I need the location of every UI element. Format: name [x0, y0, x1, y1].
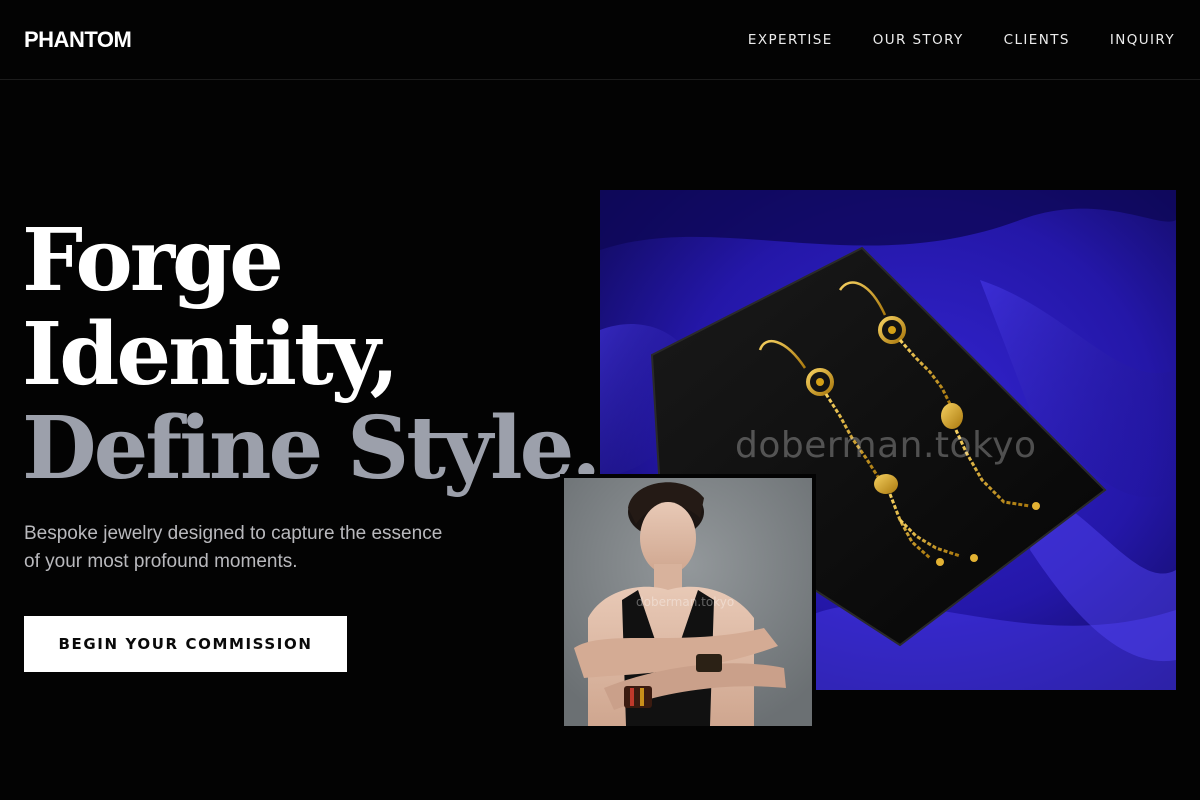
headline-line-3: Define Style. — [22, 398, 601, 499]
brand-logo[interactable]: PHANTOM — [24, 27, 132, 53]
nav-link-clients[interactable]: CLIENTS — [1004, 31, 1070, 49]
model-portrait-photo: doberman.tokyo — [564, 478, 812, 726]
landing-page: PHANTOM EXPERTISE OUR STORY CLIENTS INQU… — [0, 0, 1200, 800]
begin-commission-button[interactable]: BEGIN YOUR COMMISSION — [24, 616, 347, 672]
nav-link-our-story[interactable]: OUR STORY — [873, 31, 964, 49]
portrait-photo-watermark: doberman.tokyo — [636, 595, 735, 609]
nav-link-inquiry[interactable]: INQUIRY — [1110, 31, 1175, 49]
nav-link-expertise[interactable]: EXPERTISE — [748, 31, 833, 49]
headline-line-1: Forge — [22, 210, 284, 311]
hero-subcopy: Bespoke jewelry designed to capture the … — [24, 523, 443, 572]
main-nav: EXPERTISE OUR STORY CLIENTS INQUIRY — [748, 31, 1175, 49]
headline-line-2: Identity, — [22, 304, 399, 405]
hero-headline: Forge Identity, Define Style. — [22, 210, 601, 499]
site-header: PHANTOM EXPERTISE OUR STORY CLIENTS INQU… — [0, 0, 1200, 80]
main-photo-watermark: doberman.tokyo — [735, 425, 1037, 466]
